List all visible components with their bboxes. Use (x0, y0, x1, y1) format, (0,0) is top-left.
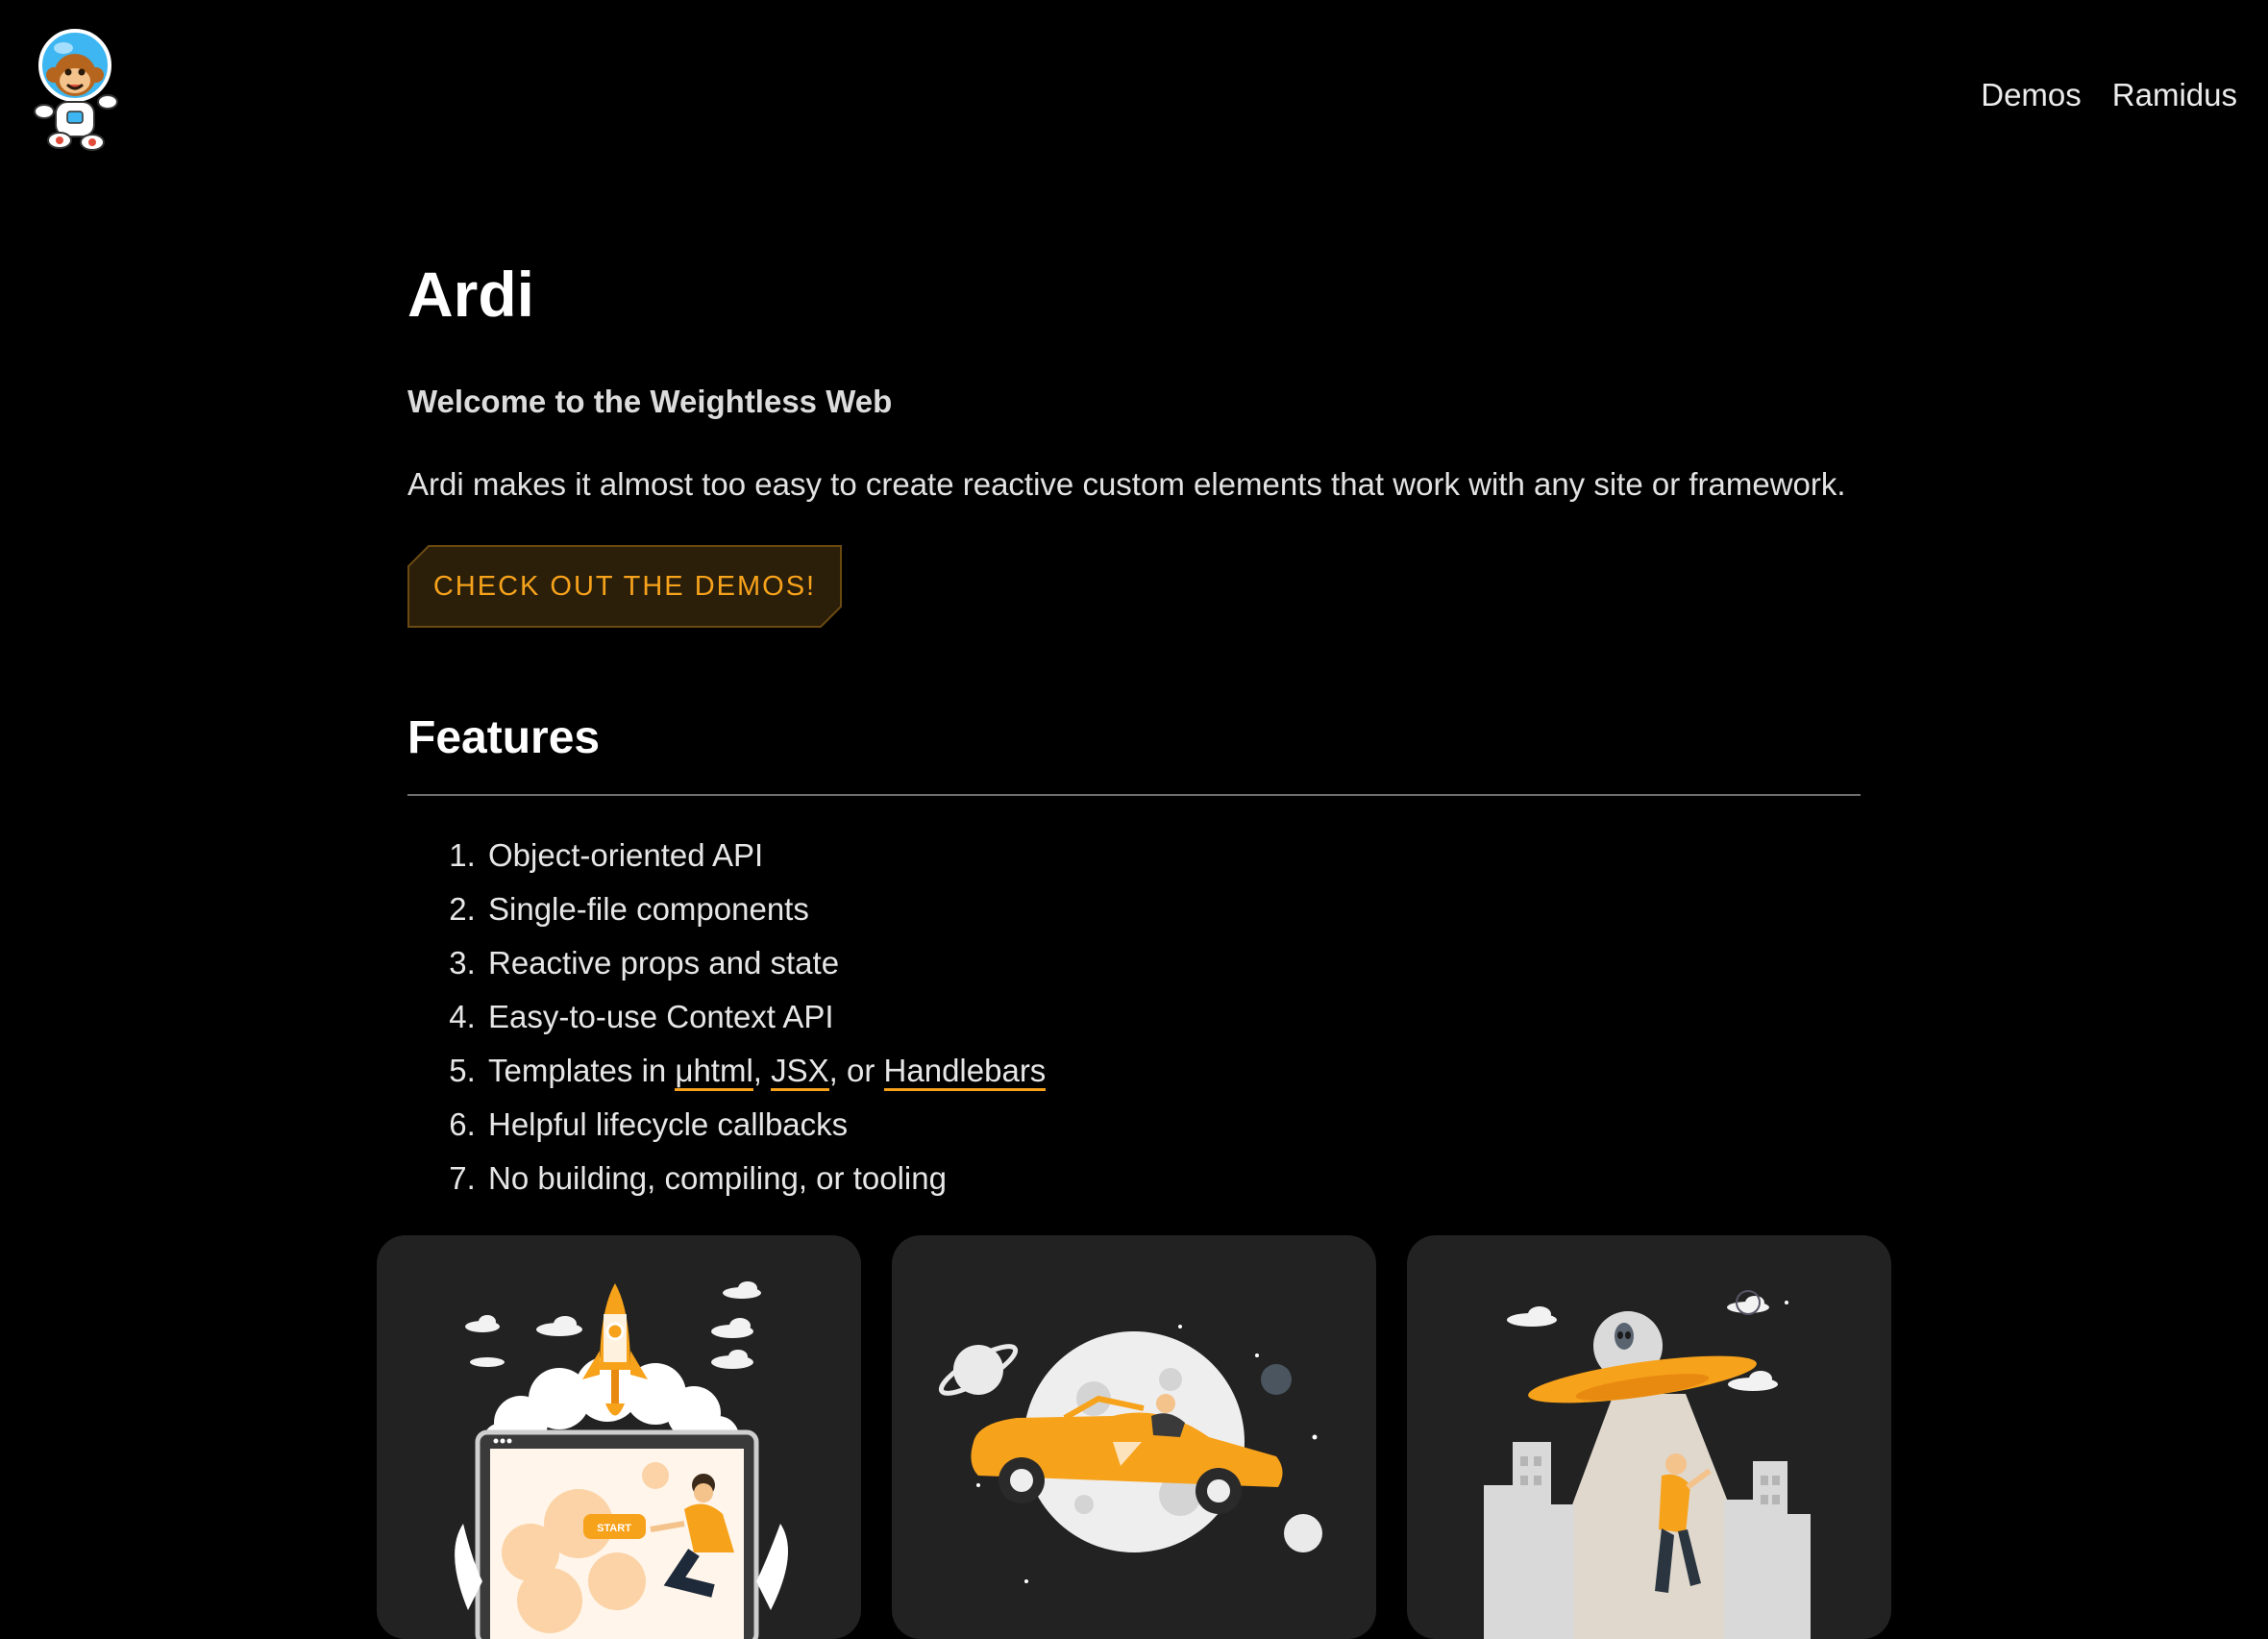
features-heading: Features (407, 712, 601, 763)
main-nav: Demos Ramidus (1981, 77, 2237, 113)
tagline: Welcome to the Weightless Web (407, 384, 893, 419)
rocket-launch-illustration-icon: START (455, 1281, 788, 1639)
intro-paragraph: Ardi makes it almost too easy to create … (407, 466, 1846, 502)
illustration-cards: START (377, 1235, 1891, 1639)
list-item: Helpful lifecycle callbacks (484, 1098, 1046, 1152)
list-item: No building, compiling, or tooling (484, 1152, 1046, 1205)
list-item: Object-oriented API (484, 829, 1046, 882)
card-rocket[interactable]: START (377, 1235, 861, 1639)
section-divider (407, 794, 1861, 796)
jsx-link[interactable]: JSX (771, 1053, 829, 1091)
astronaut-monkey-logo-icon[interactable] (27, 27, 127, 154)
car-in-space-illustration-icon (938, 1325, 1322, 1583)
list-item: Single-file components (484, 882, 1046, 936)
card-space-car[interactable] (892, 1235, 1376, 1639)
handlebars-link[interactable]: Handlebars (883, 1053, 1047, 1091)
list-item: Templates in μhtml, JSX, or Handlebars (484, 1044, 1047, 1098)
uhtml-link[interactable]: μhtml (675, 1053, 753, 1091)
list-item: Reactive props and state (484, 936, 1046, 990)
start-label: START (597, 1523, 631, 1534)
card-ufo[interactable] (1407, 1235, 1891, 1639)
ufo-abduction-illustration-icon (1484, 1290, 1811, 1639)
nav-ramidus-link[interactable]: Ramidus (2112, 77, 2237, 113)
page-title: Ardi (407, 259, 534, 330)
site-header: Demos Ramidus (0, 0, 2268, 192)
list-item: Easy-to-use Context API (484, 990, 1046, 1044)
nav-demos-link[interactable]: Demos (1981, 77, 2082, 113)
main-content: Ardi Welcome to the Weightless Web Ardi … (407, 240, 1861, 1196)
features-list: Object-oriented API Single-file componen… (407, 829, 1047, 1205)
check-out-demos-button[interactable]: CHECK OUT THE DEMOS! (407, 545, 842, 628)
